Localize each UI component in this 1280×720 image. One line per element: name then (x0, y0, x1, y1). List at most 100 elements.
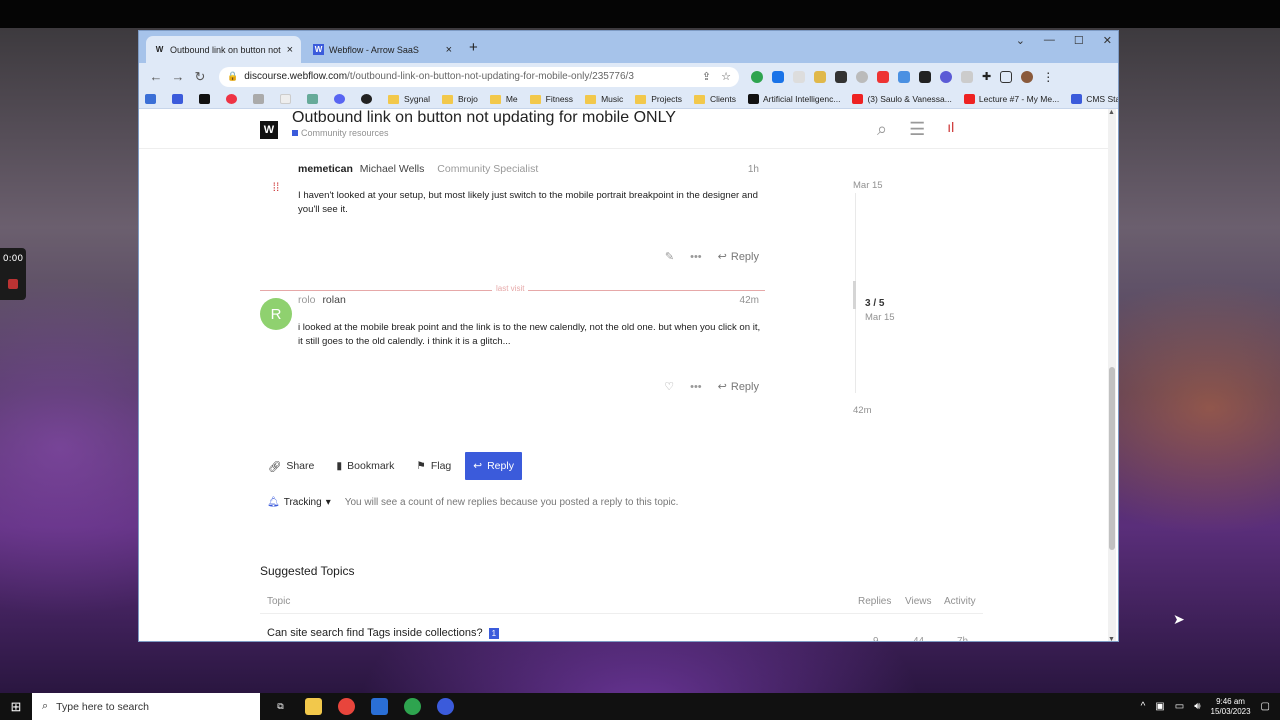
bookmark-button[interactable]: ▮ Bookmark (328, 452, 402, 480)
bookmark-folder-clients[interactable]: Clients (693, 94, 736, 104)
extension-icon[interactable] (877, 70, 889, 83)
post-time[interactable]: 42m (740, 295, 759, 306)
bookmark-folder-projects[interactable]: Projects (635, 94, 682, 104)
bookmark-icon[interactable] (334, 94, 349, 104)
bookmark-cms-star-rating[interactable]: CMS Star Rating (N... (1071, 94, 1118, 104)
extension-icon[interactable] (751, 70, 763, 83)
timeline-end[interactable]: 42m (853, 405, 871, 416)
bookmark-p[interactable] (199, 94, 214, 104)
bookmark-icon[interactable] (307, 94, 322, 104)
bookmark-folder-fitness[interactable]: Fitness (529, 94, 573, 104)
reply-button[interactable]: ↩ Reply (718, 380, 759, 394)
task-view-icon[interactable]: ⧉ (272, 698, 289, 715)
timeline-start-date[interactable]: Mar 15 (853, 180, 883, 191)
username[interactable]: memetican (298, 163, 353, 175)
hamburger-menu-icon[interactable]: ☰ (909, 119, 925, 140)
suggested-topic-link[interactable]: Can site search find Tags inside collect… (267, 627, 500, 639)
avatar[interactable]: ⁞⁞ (260, 171, 292, 203)
app-tray-icon[interactable]: ▣ (1155, 701, 1164, 712)
notifications-icon[interactable]: ▢ (1261, 701, 1270, 712)
app-icon[interactable] (437, 698, 454, 715)
page-scrollbar[interactable]: ▲ ▼ (1108, 109, 1116, 641)
username[interactable]: rolo (298, 294, 316, 306)
chrome-icon[interactable] (338, 698, 355, 715)
more-actions-icon[interactable]: ••• (690, 381, 702, 393)
bookmark-icon[interactable] (226, 94, 241, 104)
edit-icon[interactable]: ✎ (665, 250, 674, 263)
reply-button[interactable]: ↩ Reply (718, 250, 759, 264)
bookmark-folder-music[interactable]: Music (585, 94, 623, 104)
timeline-handle[interactable] (853, 281, 856, 309)
screen-recorder-widget[interactable]: 0:00 (0, 248, 26, 300)
bookmark-youtube[interactable]: (3) Saulo & Vanessa... (852, 94, 952, 104)
forward-icon[interactable]: → (167, 69, 189, 84)
category-badge[interactable]: Community resources (292, 128, 389, 138)
bookmark-star-icon[interactable]: ☆ (721, 70, 731, 83)
share-button[interactable]: 🔗︎ Share (260, 452, 322, 480)
menu-kebab-icon[interactable]: ⋮ (1042, 70, 1054, 84)
like-heart-icon[interactable]: ♡ (664, 380, 674, 393)
side-panel-icon[interactable] (1000, 70, 1013, 83)
bookmark-folder-me[interactable]: Me (489, 94, 518, 104)
reload-icon[interactable]: ↻ (189, 69, 211, 85)
chevron-up-icon[interactable]: ^ (1141, 701, 1146, 712)
bookmark-folder-sygnal[interactable]: Sygnal (388, 94, 430, 104)
bookmark-folder-brojo[interactable]: Brojo (442, 94, 478, 104)
extension-icon[interactable] (898, 70, 910, 83)
bookmark-ai[interactable]: Artificial Intelligenc... (747, 94, 840, 104)
bookmark-icon[interactable] (361, 94, 376, 104)
maximize-icon[interactable]: ☐ (1074, 34, 1084, 47)
extension-icon[interactable] (835, 70, 847, 83)
tab-discourse[interactable]: W Outbound link on button not upd × (146, 36, 301, 63)
extension-icon[interactable] (919, 70, 931, 83)
profile-avatar[interactable] (1021, 70, 1034, 83)
extension-icon[interactable] (961, 70, 973, 83)
volume-icon[interactable]: 🔊︎ (1194, 701, 1200, 712)
new-tab-icon[interactable]: + (469, 39, 478, 56)
tracking-dropdown[interactable]: 🔔︎ Tracking ▾ (267, 497, 331, 508)
taskbar-search-input[interactable]: ⌕ Type here to search (32, 693, 260, 720)
reply-topic-button[interactable]: ↩ Reply (465, 452, 522, 480)
avatar[interactable]: R (260, 298, 292, 330)
user-avatar[interactable]: ıl (947, 119, 954, 140)
topic-timeline[interactable]: Mar 15 3 / 5 Mar 15 42m (853, 173, 973, 416)
extension-icon[interactable] (772, 70, 784, 83)
clock[interactable]: 9:46 am 15/03/2023 (1211, 697, 1251, 717)
webflow-logo[interactable]: W (260, 121, 278, 139)
app-icon[interactable] (404, 698, 421, 715)
file-explorer-icon[interactable] (305, 698, 322, 715)
minimize-icon[interactable]: — (1044, 34, 1055, 47)
more-actions-icon[interactable]: ••• (690, 251, 702, 263)
bell-icon: 🔔︎ (267, 497, 280, 508)
tab-webflow[interactable]: W Webflow - Arrow SaaS × (305, 36, 460, 63)
post-time[interactable]: 1h (748, 164, 759, 175)
extension-icon[interactable] (814, 70, 826, 83)
url-field[interactable]: 🔒 discourse.webflow.com/t/outbound-link-… (219, 66, 739, 87)
close-window-icon[interactable]: ✕ (1103, 34, 1112, 47)
extension-icon[interactable] (856, 70, 868, 83)
back-icon[interactable]: ← (145, 69, 167, 84)
vscode-icon[interactable] (371, 698, 388, 715)
bookmark-apps[interactable] (145, 94, 160, 104)
windows-start-icon[interactable]: ⊞ (0, 699, 32, 715)
extension-icon[interactable] (793, 70, 805, 83)
stop-record-icon[interactable] (8, 279, 18, 289)
close-tab-icon[interactable]: × (446, 44, 452, 56)
topic-title[interactable]: Outbound link on button not updating for… (292, 109, 676, 127)
bookmark-webflow[interactable] (172, 94, 187, 104)
search-icon[interactable]: ⌕ (877, 119, 887, 140)
scrollbar-thumb[interactable] (1109, 367, 1115, 550)
bookmark-youtube-lecture[interactable]: Lecture #7 - My Me... (963, 94, 1059, 104)
share-page-icon[interactable]: ⇪ (702, 70, 711, 83)
bookmark-icon[interactable] (253, 94, 268, 104)
network-icon[interactable]: ▭ (1175, 701, 1184, 712)
post-actions: ✎ ••• ↩ Reply (665, 250, 759, 264)
flag-button[interactable]: ⚑ Flag (408, 452, 459, 480)
post-body: I haven't looked at your setup, but most… (298, 190, 758, 215)
tab-search-icon[interactable]: ⌄ (1016, 34, 1025, 47)
extensions-puzzle-icon[interactable]: ✚ (982, 70, 991, 83)
extension-icon[interactable] (940, 70, 952, 83)
lock-icon: 🔒 (227, 71, 239, 81)
bookmark-icon[interactable] (280, 94, 295, 104)
close-tab-icon[interactable]: × (287, 44, 293, 56)
